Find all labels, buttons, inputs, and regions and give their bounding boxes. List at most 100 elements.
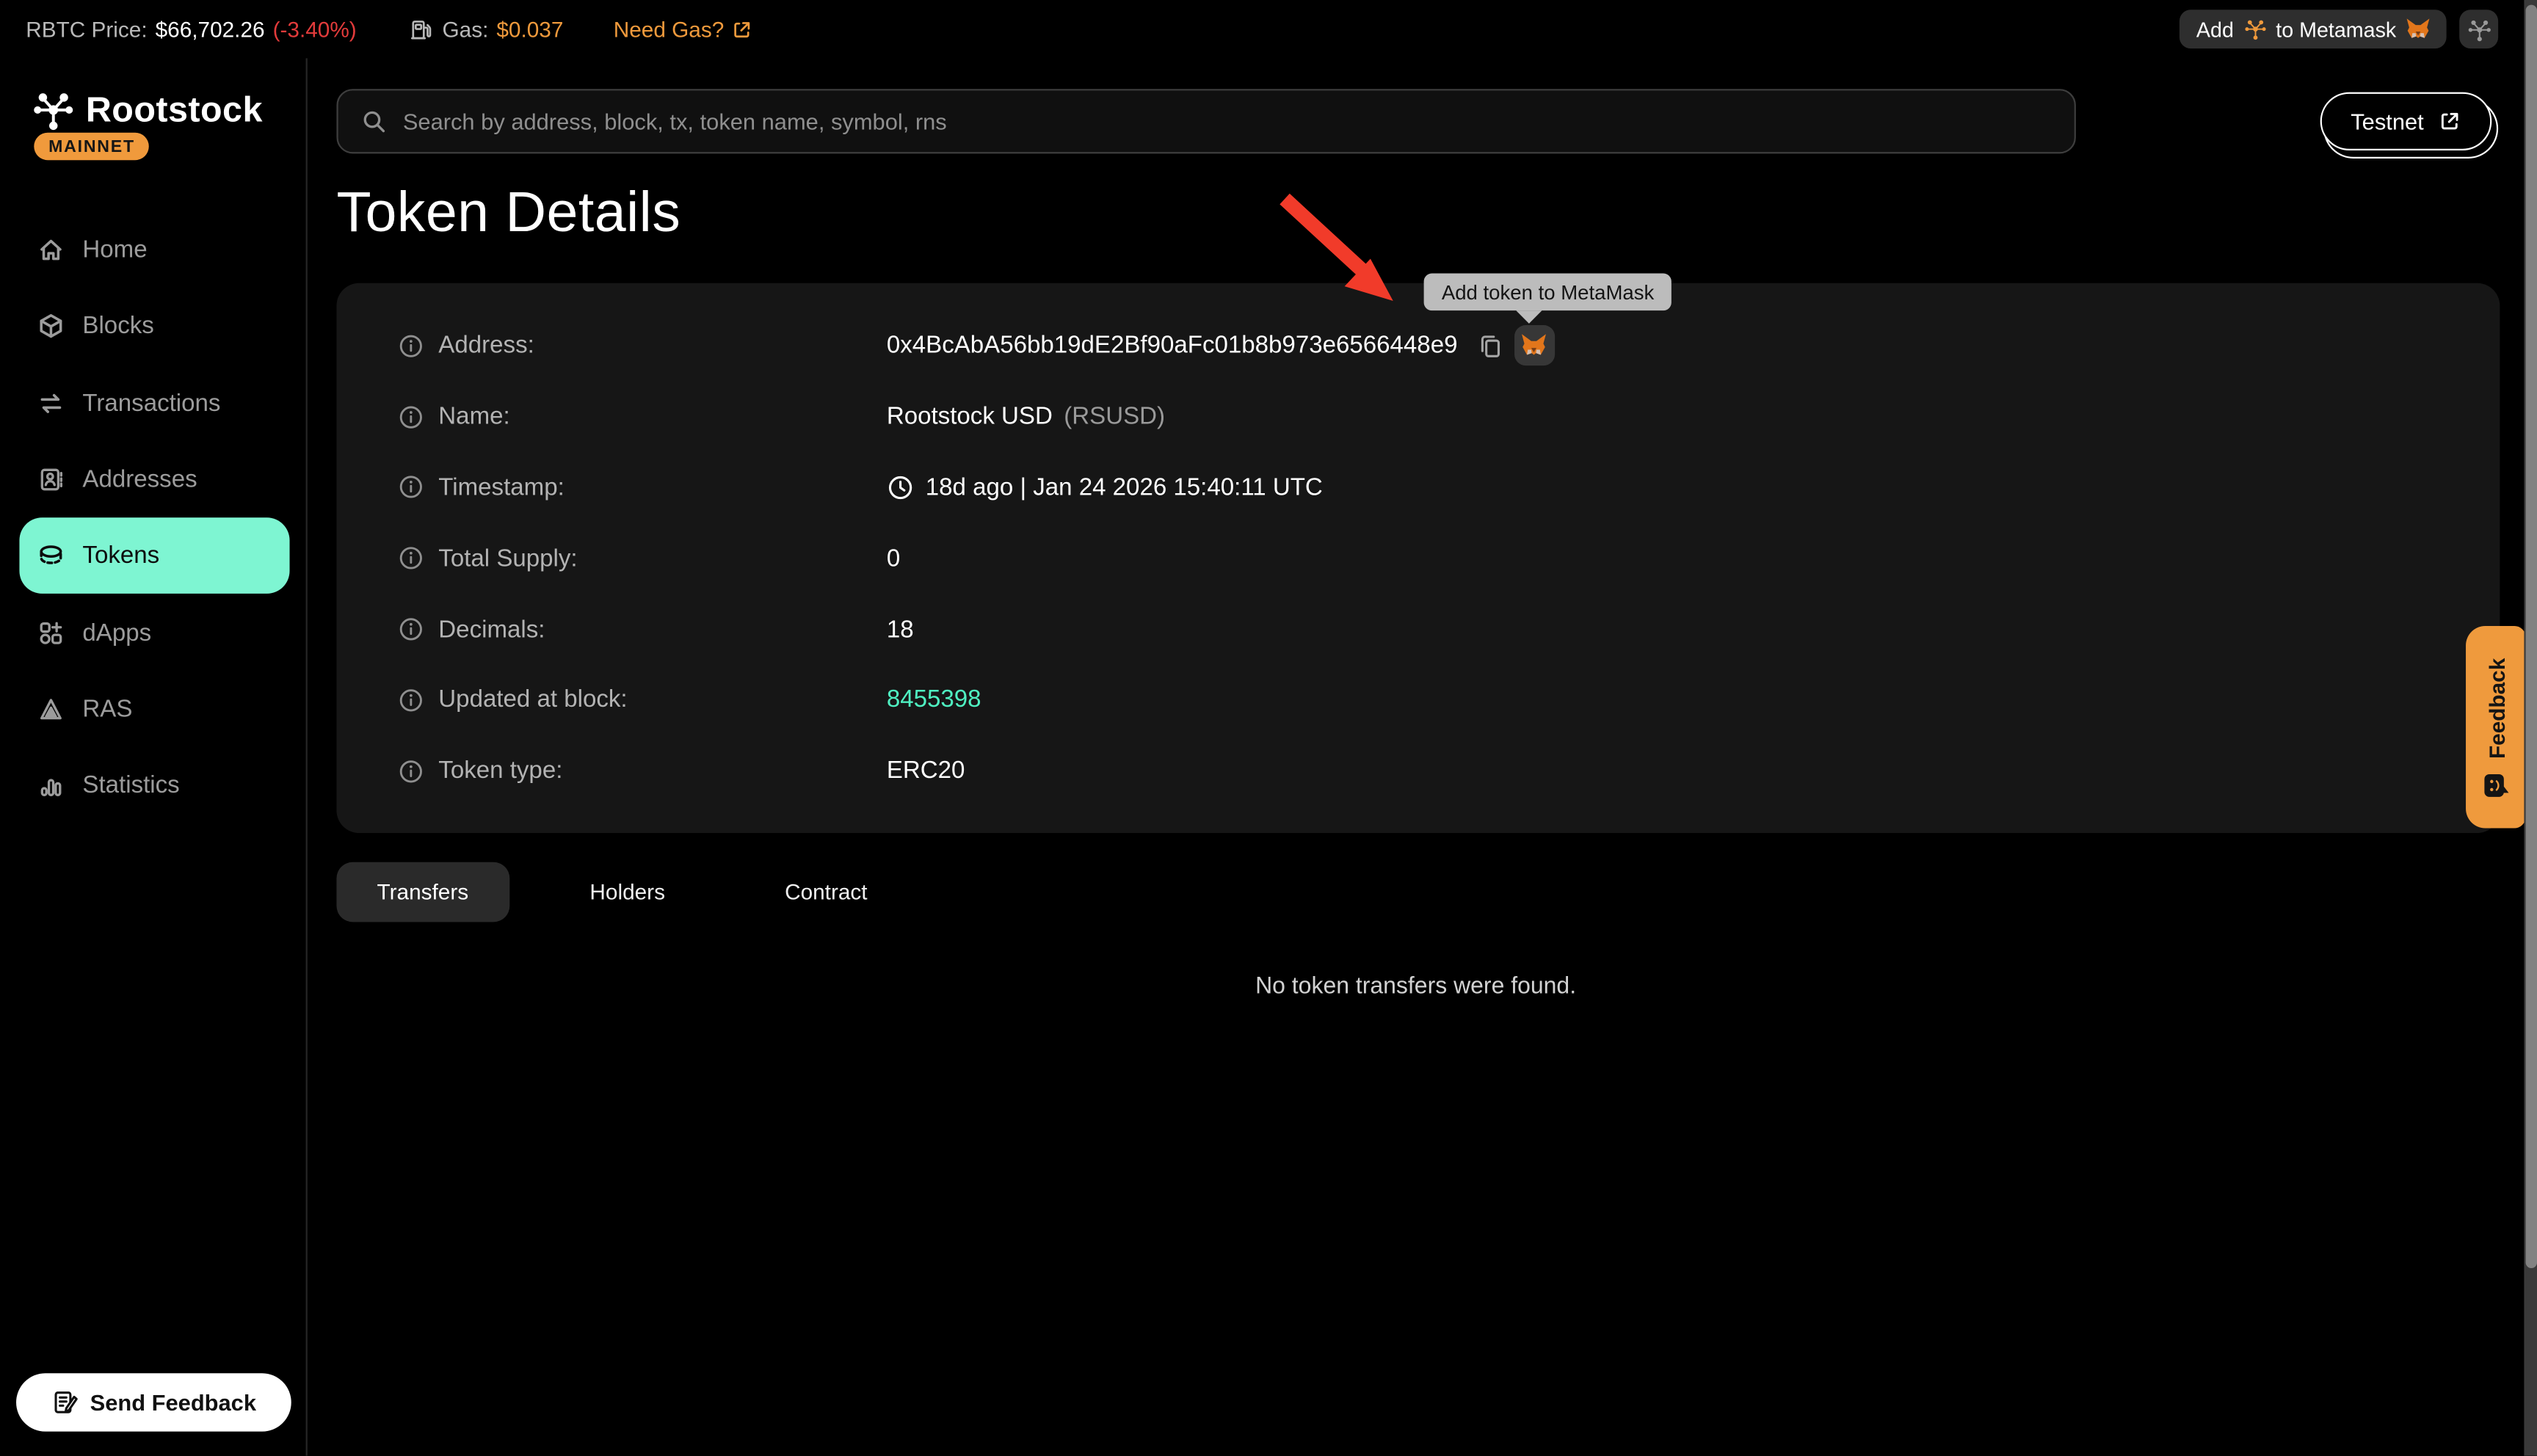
top-stats-bar: RBTC Price: $66,702.26 (-3.40%) Gas: $0.… <box>0 0 2537 58</box>
total-supply-value: 0 <box>887 545 900 572</box>
sidebar-item-dapps[interactable]: dApps <box>19 594 289 671</box>
detail-row-updated-at-block: Updated at block: 8455398 <box>336 665 2500 736</box>
metamask-tooltip: Add token to MetaMask <box>1424 273 1672 310</box>
ras-icon <box>37 696 65 723</box>
sidebar-nav: Home Blocks Transactions Addresses Token… <box>19 212 289 824</box>
search-icon <box>361 109 387 134</box>
token-address-value: 0x4BcAbA56bb19dE2Bf90aFc01b8b973e6566448… <box>887 332 1458 360</box>
to-metamask-label: to Metamask <box>2276 17 2396 41</box>
search-input[interactable] <box>403 109 2052 134</box>
detail-label: Decimals: <box>438 616 545 643</box>
clock-icon <box>887 474 914 501</box>
external-link-icon <box>732 18 753 40</box>
info-icon <box>398 687 424 713</box>
sidebar-item-label: Addresses <box>82 466 197 493</box>
statistics-icon <box>37 772 65 799</box>
sidebar-item-tokens[interactable]: Tokens <box>19 518 289 594</box>
scrollbar-thumb[interactable] <box>2525 5 2536 1268</box>
feedback-chat-icon <box>2483 773 2508 797</box>
feedback-side-tab[interactable]: Feedback <box>2466 626 2526 829</box>
detail-label: Total Supply: <box>438 545 577 572</box>
sidebar-item-statistics[interactable]: Statistics <box>19 747 289 823</box>
info-icon <box>398 545 424 571</box>
metamask-fox-icon <box>2406 18 2430 40</box>
info-icon <box>398 333 424 359</box>
metamask-fox-icon <box>1522 334 1547 358</box>
rootstock-settings-button[interactable] <box>2459 10 2498 48</box>
gas-label: Gas: <box>443 17 489 41</box>
add-rbtc-to-metamask-button[interactable]: Add to Metamask <box>2180 10 2447 48</box>
home-icon <box>37 236 65 263</box>
gas-pump-icon <box>410 17 434 41</box>
tab-contract[interactable]: Contract <box>746 862 906 922</box>
header-row: Testnet <box>336 89 2491 153</box>
need-gas-link[interactable]: Need Gas? <box>614 17 753 41</box>
detail-label: Timestamp: <box>438 474 564 501</box>
token-tabs: Transfers Holders Contract <box>336 862 906 922</box>
blocks-icon <box>37 313 65 340</box>
testnet-label: Testnet <box>2351 109 2423 134</box>
search-bar[interactable] <box>336 89 2075 153</box>
brand-logo[interactable]: Rootstock <box>32 89 263 131</box>
sidebar-item-label: Statistics <box>82 772 179 799</box>
add-token-to-metamask-button[interactable] <box>1514 326 1555 366</box>
sidebar-item-label: Transactions <box>82 390 220 417</box>
transactions-icon <box>37 390 65 417</box>
detail-row-timestamp: Timestamp: 18d ago | Jan 24 2026 15:40:1… <box>336 452 2500 523</box>
testnet-link-button[interactable]: Testnet <box>2320 92 2491 150</box>
token-symbol-value: (RSUSD) <box>1064 403 1165 430</box>
addresses-icon <box>37 466 65 493</box>
sidebar-item-label: RAS <box>82 696 132 723</box>
sidebar: Rootstock MAINNET Home Blocks Transactio… <box>0 58 308 1455</box>
add-label: Add <box>2196 17 2234 41</box>
sidebar-item-addresses[interactable]: Addresses <box>19 441 289 517</box>
tokens-icon <box>37 542 65 569</box>
rootstock-token-icon <box>2243 18 2266 40</box>
external-link-icon <box>2439 110 2461 133</box>
detail-row-token-type: Token type: ERC20 <box>336 735 2500 807</box>
sidebar-item-transactions[interactable]: Transactions <box>19 365 289 441</box>
copy-address-button[interactable] <box>1477 333 1503 359</box>
info-icon <box>398 758 424 784</box>
detail-label: Updated at block: <box>438 686 627 713</box>
rbtc-price-label: RBTC Price: <box>26 17 147 41</box>
detail-row-total-supply: Total Supply: 0 <box>336 523 2500 594</box>
detail-row-decimals: Decimals: 18 <box>336 594 2500 665</box>
page-title: Token Details <box>336 181 680 246</box>
empty-transfers-message: No token transfers were found. <box>308 974 2525 1000</box>
tab-holders[interactable]: Holders <box>551 862 704 922</box>
sidebar-item-label: Tokens <box>82 542 159 569</box>
network-stats: RBTC Price: $66,702.26 (-3.40%) Gas: $0.… <box>26 17 753 41</box>
detail-label: Name: <box>438 403 509 430</box>
sidebar-item-label: Home <box>82 236 147 263</box>
tab-transfers[interactable]: Transfers <box>336 862 509 922</box>
copy-icon <box>1477 333 1503 359</box>
feedback-tab-label: Feedback <box>2483 658 2508 758</box>
feedback-note-icon <box>51 1389 77 1415</box>
timestamp-value: 18d ago | Jan 24 2026 15:40:11 UTC <box>926 474 1323 501</box>
gas-value: $0.037 <box>496 17 563 41</box>
sidebar-item-ras[interactable]: RAS <box>19 671 289 747</box>
send-feedback-button[interactable]: Send Feedback <box>16 1373 291 1431</box>
rbtc-price-change: (-3.40%) <box>273 17 357 41</box>
sidebar-item-label: dApps <box>82 619 151 646</box>
need-gas-label: Need Gas? <box>614 17 725 41</box>
detail-row-name: Name: Rootstock USD (RSUSD) <box>336 382 2500 453</box>
sidebar-item-label: Blocks <box>82 313 153 340</box>
topbar-actions: Add to Metamask <box>2180 10 2498 48</box>
decimals-value: 18 <box>887 616 914 643</box>
info-icon <box>398 404 424 429</box>
token-details-panel: Address: 0x4BcAbA56bb19dE2Bf90aFc01b8b97… <box>336 283 2500 833</box>
dapps-icon <box>37 619 65 646</box>
page-scrollbar[interactable] <box>2524 0 2537 1456</box>
token-type-value: ERC20 <box>887 757 965 785</box>
main-content: Testnet Token Details Add token to MetaM… <box>308 58 2525 1455</box>
sidebar-item-home[interactable]: Home <box>19 212 289 288</box>
rbtc-price-value: $66,702.26 <box>156 17 265 41</box>
updated-block-link[interactable]: 8455398 <box>887 686 981 713</box>
detail-label: Address: <box>438 332 534 360</box>
sidebar-item-blocks[interactable]: Blocks <box>19 288 289 365</box>
info-icon <box>398 475 424 500</box>
network-badge: MAINNET <box>34 133 149 160</box>
detail-row-address: Address: 0x4BcAbA56bb19dE2Bf90aFc01b8b97… <box>336 310 2500 382</box>
